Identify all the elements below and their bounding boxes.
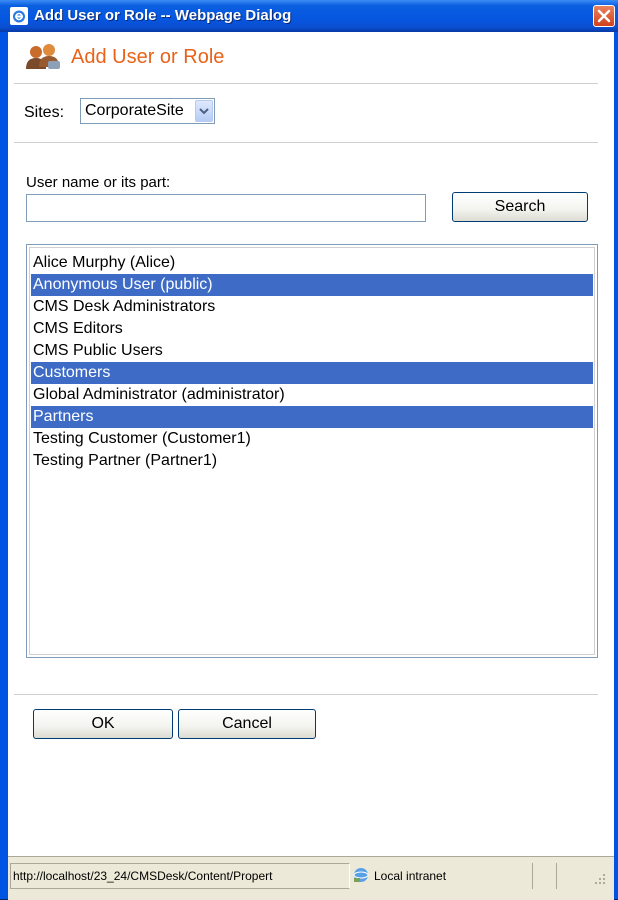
- list-item[interactable]: CMS Public Users: [31, 340, 593, 362]
- resize-grip-icon[interactable]: [588, 869, 608, 889]
- status-url: http://localhost/23_24/CMSDesk/Content/P…: [13, 869, 273, 883]
- title-bar[interactable]: Add User or Role -- Webpage Dialog: [0, 0, 618, 32]
- page-title: Add User or Role: [71, 46, 225, 68]
- users-icon: [26, 44, 60, 69]
- search-button[interactable]: Search: [452, 192, 588, 222]
- list-item[interactable]: Partners: [31, 406, 593, 428]
- window-frame-left: [0, 32, 8, 899]
- username-input[interactable]: [26, 194, 426, 222]
- list-item[interactable]: Global Administrator (administrator): [31, 384, 593, 406]
- dropdown-button[interactable]: [195, 100, 213, 122]
- list-item[interactable]: Testing Customer (Customer1): [31, 428, 593, 450]
- username-label: User name or its part:: [26, 174, 171, 191]
- security-zone: Local intranet: [352, 863, 532, 889]
- list-items: Alice Murphy (Alice) Anonymous User (publ…: [31, 252, 593, 472]
- status-separator: [532, 863, 533, 889]
- window-title: Add User or Role -- Webpage Dialog: [34, 7, 292, 24]
- sites-label: Sites:: [24, 104, 65, 121]
- status-bar: http://localhost/23_24/CMSDesk/Content/P…: [8, 856, 614, 900]
- divider: [14, 694, 598, 695]
- status-separator: [556, 863, 557, 889]
- chevron-down-icon: [199, 108, 209, 115]
- sites-select-value: CorporateSite: [85, 102, 184, 119]
- window-frame-right: [614, 32, 618, 899]
- list-item[interactable]: Anonymous User (public): [31, 274, 593, 296]
- status-url-pane: http://localhost/23_24/CMSDesk/Content/P…: [10, 863, 350, 889]
- list-item[interactable]: CMS Desk Administrators: [31, 296, 593, 318]
- list-item[interactable]: Testing Partner (Partner1): [31, 450, 593, 472]
- ok-button[interactable]: OK: [33, 709, 173, 739]
- internet-explorer-icon: [10, 7, 28, 25]
- list-item[interactable]: Customers: [31, 362, 593, 384]
- close-button[interactable]: [593, 5, 615, 27]
- close-icon: [597, 9, 611, 23]
- list-item[interactable]: Alice Murphy (Alice): [31, 252, 593, 274]
- sites-select[interactable]: CorporateSite: [80, 98, 215, 124]
- list-item[interactable]: CMS Editors: [31, 318, 593, 340]
- zone-label: Local intranet: [374, 869, 447, 883]
- users-roles-listbox[interactable]: Alice Murphy (Alice) Anonymous User (publ…: [26, 244, 598, 658]
- dialog-window: Add User or Role -- Webpage Dialog Add U…: [0, 0, 618, 900]
- divider: [14, 142, 598, 143]
- intranet-icon: [353, 868, 369, 882]
- divider: [14, 83, 598, 84]
- cancel-button[interactable]: Cancel: [178, 709, 316, 739]
